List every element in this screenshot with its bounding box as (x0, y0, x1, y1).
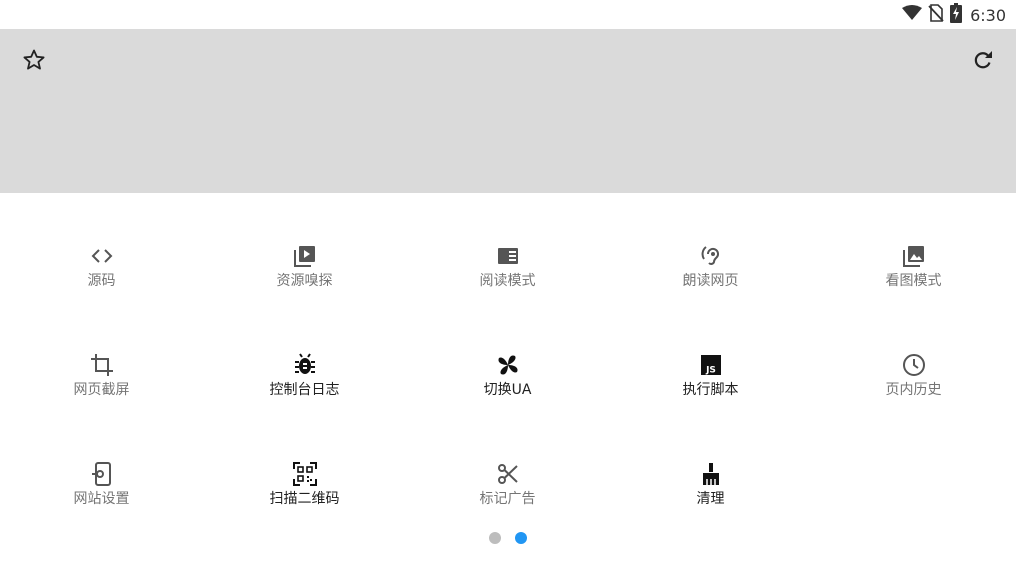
tool-label: 标记广告 (479, 491, 536, 507)
tool-resource-sniff[interactable]: 资源嗅探 (203, 193, 406, 293)
tool-screenshot[interactable]: 网页截屏 (0, 302, 203, 402)
refresh-icon (971, 48, 995, 76)
tool-label: 清理 (696, 491, 725, 507)
tool-label: 网页截屏 (73, 382, 130, 398)
tool-run-script[interactable]: JS 执行脚本 (609, 302, 812, 402)
header-panel (0, 29, 1016, 193)
tool-console-log[interactable]: 控制台日志 (203, 302, 406, 402)
tool-label: 执行脚本 (682, 382, 739, 398)
video-library-icon (293, 244, 317, 268)
tool-label: 页内历史 (885, 382, 942, 398)
status-bar: 6:30 (0, 0, 1016, 29)
javascript-icon: JS (699, 353, 723, 377)
page-dot-1[interactable] (489, 532, 501, 544)
tool-page-history[interactable]: 页内历史 (812, 302, 1015, 402)
tool-mark-ads[interactable]: 标记广告 (406, 411, 609, 511)
star-outline-icon (22, 48, 46, 76)
bug-icon (293, 353, 317, 377)
photo-library-icon (902, 244, 926, 268)
tool-source-code[interactable]: 源码 (0, 193, 203, 293)
status-icons: 6:30 (902, 3, 1006, 27)
tool-label: 阅读模式 (479, 273, 536, 289)
battery-charging-icon (950, 3, 963, 27)
code-icon (90, 244, 114, 268)
pinwheel-icon (496, 353, 520, 377)
tool-scan-qr[interactable]: 扫描二维码 (203, 411, 406, 511)
refresh-button[interactable] (969, 48, 997, 76)
phone-settings-icon (90, 462, 114, 486)
page-dot-2-active[interactable] (515, 532, 527, 544)
tool-read-aloud[interactable]: 朗读网页 (609, 193, 812, 293)
tool-switch-ua[interactable]: 切换UA (406, 302, 609, 402)
scissors-icon (496, 462, 520, 486)
crop-icon (90, 353, 114, 377)
tool-label: 网站设置 (73, 491, 130, 507)
no-sim-icon (928, 4, 944, 26)
tool-reading-mode[interactable]: 阅读模式 (406, 193, 609, 293)
clock-time: 6:30 (970, 5, 1006, 25)
page-indicator (0, 532, 1016, 544)
tool-clean[interactable]: 清理 (609, 411, 812, 511)
bookmark-button[interactable] (20, 48, 48, 76)
wifi-icon (902, 5, 923, 25)
broom-icon (699, 462, 723, 486)
tool-image-view[interactable]: 看图模式 (812, 193, 1015, 293)
tool-label: 切换UA (483, 382, 532, 398)
tool-label: 资源嗅探 (276, 273, 333, 289)
hearing-icon (699, 244, 723, 268)
tool-site-settings[interactable]: 网站设置 (0, 411, 203, 511)
tool-label: 源码 (87, 273, 116, 289)
qr-code-icon (292, 462, 317, 486)
tool-label: 控制台日志 (269, 382, 340, 398)
clock-icon (902, 353, 926, 377)
tools-grid: 源码 资源嗅探 阅读模式 朗读网页 看图模式 网页截屏 控制台日志 切换UA J… (0, 193, 1016, 521)
reader-mode-icon (496, 244, 520, 268)
tool-label: 看图模式 (885, 273, 942, 289)
svg-text:JS: JS (705, 366, 716, 376)
tool-label: 朗读网页 (682, 273, 739, 289)
tool-label: 扫描二维码 (269, 491, 340, 507)
